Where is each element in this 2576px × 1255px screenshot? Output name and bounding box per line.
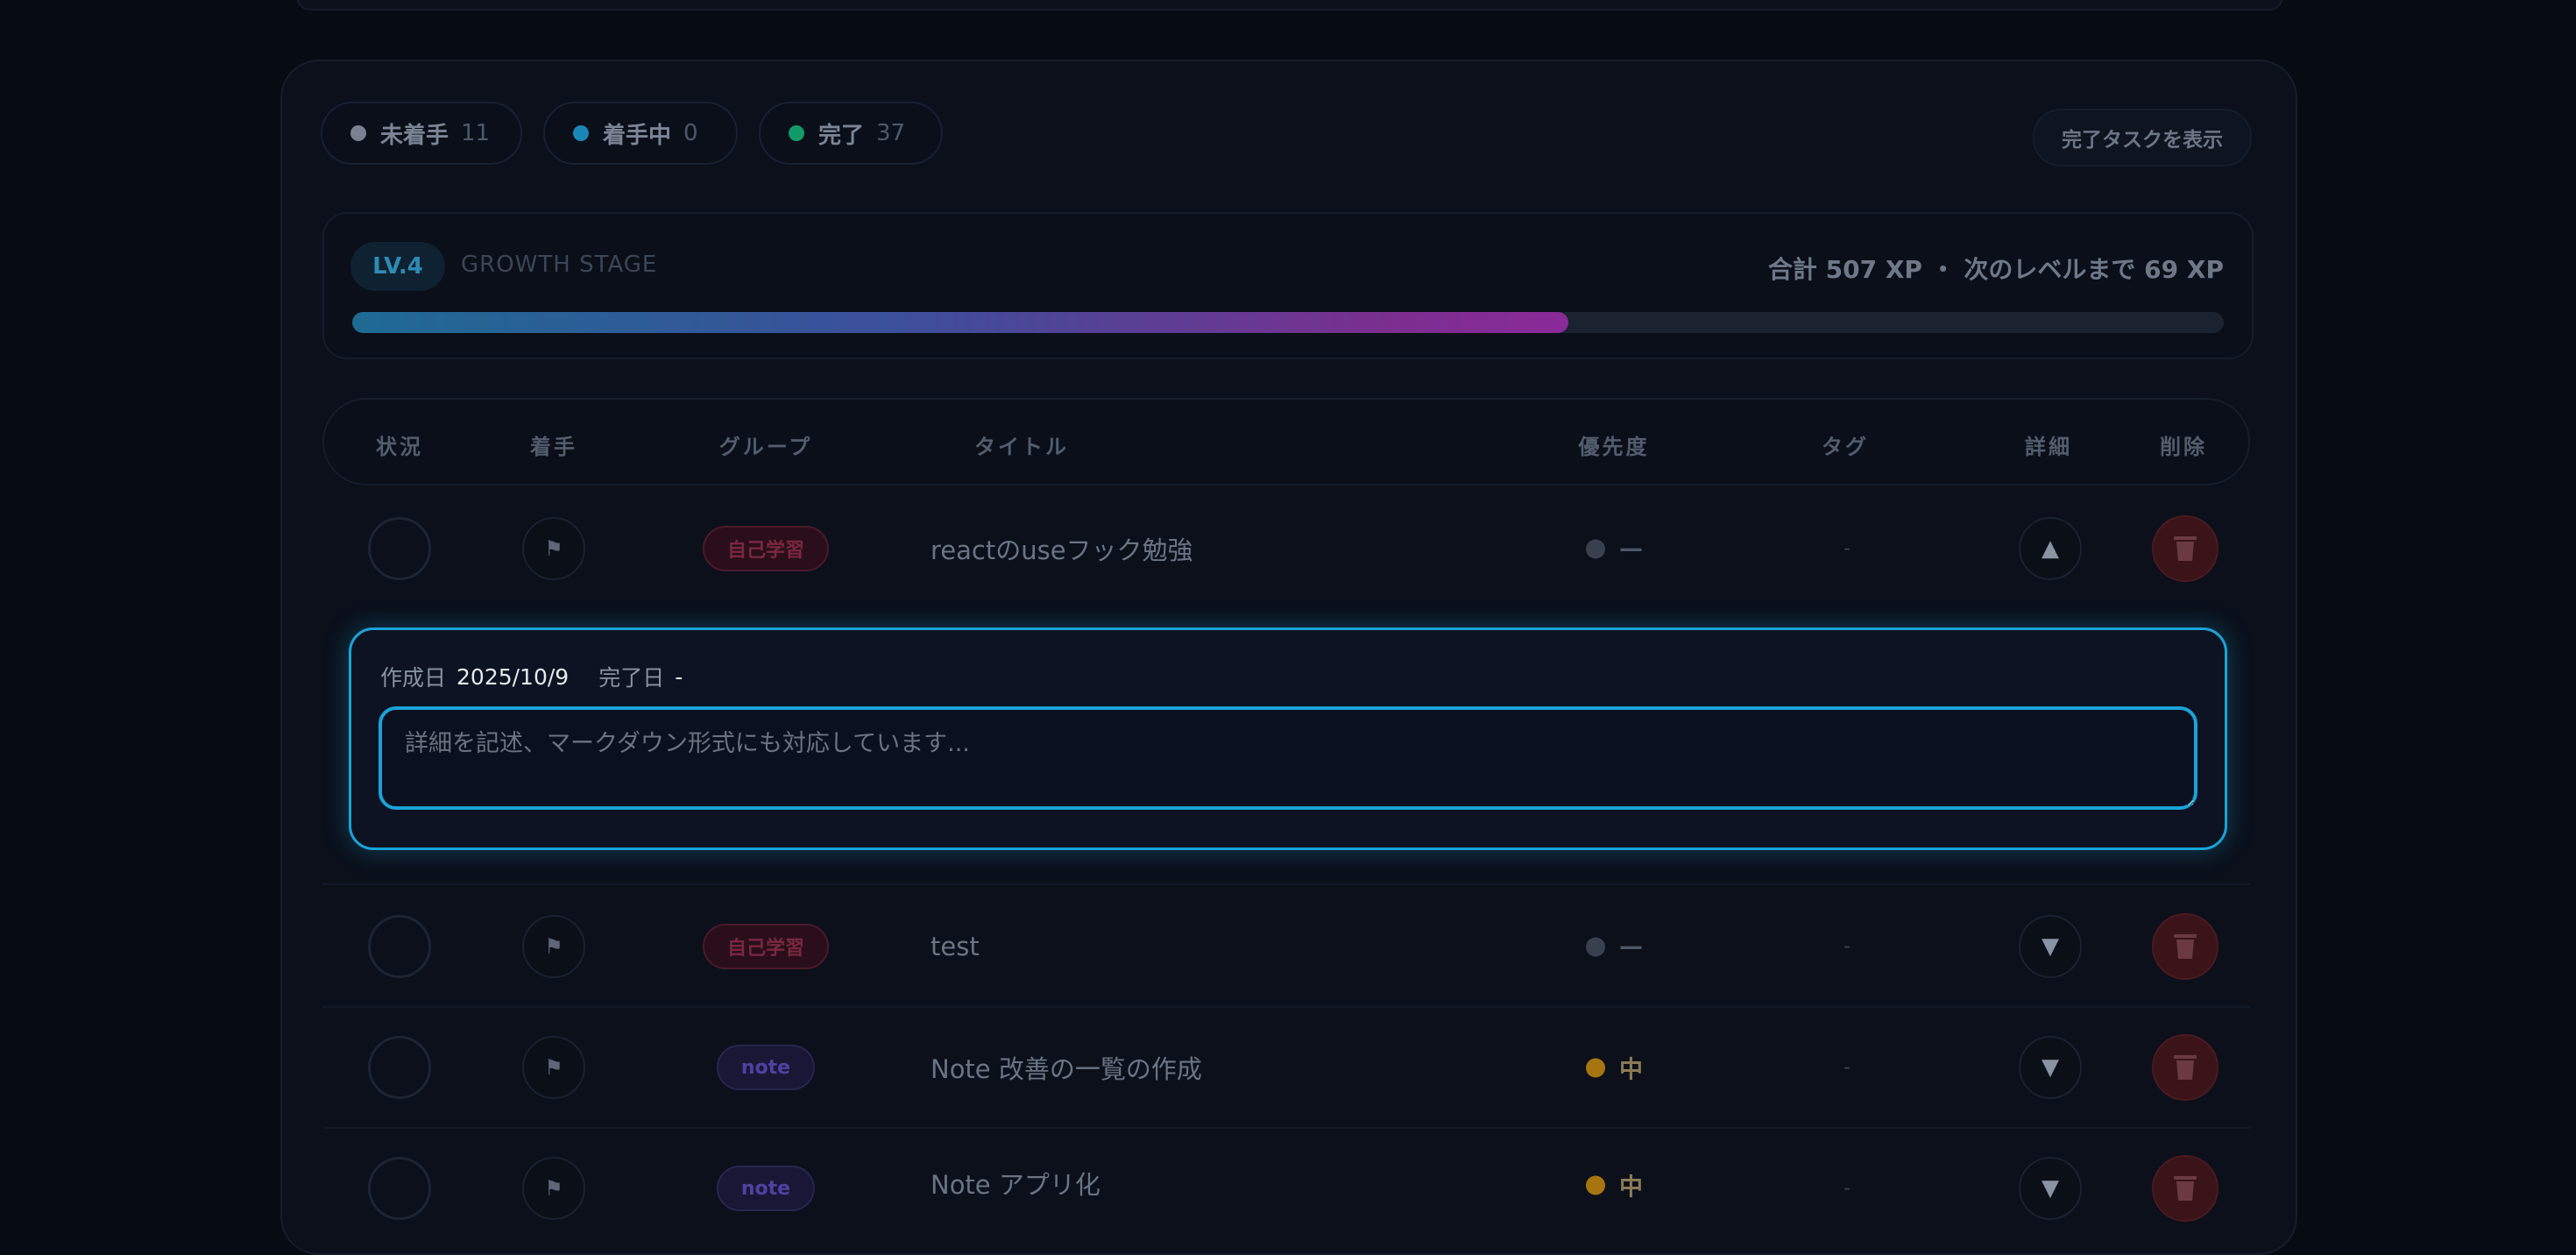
flag-icon: ⚑ [544, 536, 563, 561]
created-value: 2025/10/9 [456, 663, 570, 690]
priority-indicator: — [1586, 933, 1643, 961]
start-button[interactable]: ⚑ [522, 915, 585, 978]
flag-icon: ⚑ [544, 1176, 563, 1201]
show-completed-button[interactable]: 完了タスクを表示 [2033, 109, 2252, 167]
trash-icon [2174, 1176, 2197, 1201]
delete-button[interactable] [2152, 1034, 2219, 1101]
description-textarea[interactable] [379, 706, 2197, 810]
xp-progress-bar [352, 312, 2224, 333]
table-header [322, 398, 2250, 486]
tags-cell: - [1844, 537, 1851, 560]
header-group: グループ [718, 435, 813, 459]
priority-indicator: 中 [1586, 1051, 1643, 1085]
task-title[interactable]: Note アプリ化 [931, 1165, 1100, 1202]
delete-button[interactable] [2152, 913, 2219, 980]
delete-button[interactable] [2152, 515, 2219, 582]
chevron-down-icon: ▼ [2042, 1175, 2059, 1202]
doing-status-dot [573, 125, 589, 141]
status-toggle[interactable] [368, 517, 431, 580]
start-button[interactable]: ⚑ [522, 1036, 585, 1099]
xp-summary: 合計 507 XP ・ 次のレベルまで 69 XP [1767, 255, 2224, 284]
priority-label: 中 [1619, 1173, 1643, 1202]
level-card [322, 212, 2254, 359]
group-badge: note [716, 1045, 816, 1090]
xp-progress-fill [352, 312, 1569, 333]
group-badge: 自己学習 [702, 924, 830, 969]
trash-icon [2174, 536, 2197, 561]
trash-icon [2174, 1055, 2197, 1080]
doing-label: 着手中 [603, 122, 672, 149]
completed-label: 完了日 [598, 665, 665, 691]
task-title[interactable]: Note 改善の一覧の作成 [931, 1049, 1202, 1086]
flag-icon: ⚑ [544, 934, 563, 959]
task-title[interactable]: reactのuseフック勉強 [931, 530, 1193, 567]
status-toggle[interactable] [368, 1157, 431, 1220]
delete-button[interactable] [2152, 1155, 2219, 1222]
detail-toggle-button[interactable]: ▼ [2019, 1157, 2082, 1220]
chevron-down-icon: ▼ [2042, 933, 2059, 960]
tags-cell: - [1844, 1056, 1851, 1079]
priority-dot [1586, 1175, 1605, 1195]
group-badge: note [716, 1166, 816, 1211]
trash-icon [2174, 934, 2197, 959]
header-priority: 優先度 [1578, 435, 1650, 459]
done-status-dot [789, 125, 804, 141]
group-badge: 自己学習 [702, 526, 830, 571]
filter-chip-done[interactable]: 完了 37 [759, 102, 943, 165]
priority-dot [1586, 937, 1605, 956]
detail-toggle-button[interactable]: ▲ [2019, 517, 2082, 580]
todo-status-dot [350, 125, 366, 141]
completed-value: - [675, 663, 683, 690]
filter-chip-todo[interactable]: 未着手 11 [321, 102, 522, 165]
todo-count: 11 [461, 120, 491, 146]
growth-stage-label: GROWTH STAGE [461, 252, 658, 278]
previous-card [296, 0, 2283, 11]
status-toggle[interactable] [368, 915, 431, 978]
done-label: 完了 [818, 122, 865, 149]
tags-cell: - [1844, 935, 1851, 958]
priority-label: 中 [1619, 1056, 1643, 1084]
created-label: 作成日 [380, 665, 447, 691]
chevron-down-icon: ▼ [2042, 1054, 2059, 1081]
todo-label: 未着手 [380, 122, 449, 149]
priority-label: — [1619, 535, 1643, 563]
header-details: 詳細 [2025, 435, 2072, 459]
priority-dot [1586, 1058, 1605, 1077]
task-title[interactable]: test [931, 932, 980, 961]
done-count: 37 [876, 120, 906, 146]
priority-indicator: — [1586, 535, 1643, 563]
row-divider [322, 883, 2250, 885]
tags-cell: - [1844, 1177, 1851, 1200]
doing-count: 0 [683, 120, 698, 146]
level-badge: LV.4 [350, 242, 445, 291]
detail-toggle-button[interactable]: ▼ [2019, 1036, 2082, 1099]
task-dates: 作成日 2025/10/9 完了日 - [380, 661, 683, 692]
row-divider [322, 1127, 2250, 1129]
priority-label: — [1619, 932, 1643, 961]
detail-toggle-button[interactable]: ▼ [2019, 915, 2082, 978]
header-delete: 削除 [2160, 435, 2207, 459]
start-button[interactable]: ⚑ [522, 517, 585, 580]
status-toggle[interactable] [368, 1036, 431, 1099]
priority-indicator: 中 [1586, 1168, 1643, 1202]
priority-dot [1586, 539, 1605, 558]
start-button[interactable]: ⚑ [522, 1157, 585, 1220]
flag-icon: ⚑ [544, 1055, 563, 1080]
header-tags: タグ [1822, 435, 1869, 459]
chevron-up-icon: ▲ [2042, 535, 2059, 562]
row-divider [322, 1006, 2250, 1008]
filter-chip-doing[interactable]: 着手中 0 [543, 102, 738, 165]
header-title: タイトル [974, 435, 1069, 459]
header-start: 着手 [530, 435, 577, 459]
header-status: 状況 [376, 435, 423, 459]
